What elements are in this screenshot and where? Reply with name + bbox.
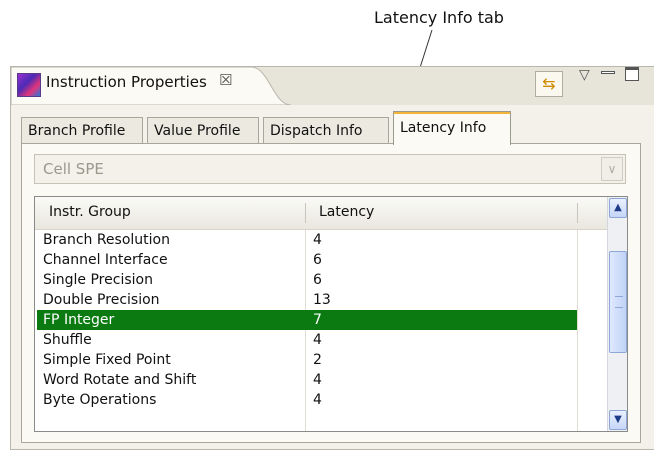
- row-latency: 13: [313, 292, 331, 308]
- callout-label: Latency Info tab: [374, 8, 504, 27]
- scroll-grip-icon: [615, 296, 623, 308]
- processor-combo-value: Cell SPE: [43, 160, 104, 178]
- close-icon[interactable]: ☒: [219, 71, 232, 89]
- table-row[interactable]: Shuffle 4: [35, 330, 609, 350]
- row-latency: 2: [313, 352, 322, 368]
- row-group: Branch Resolution: [43, 232, 170, 248]
- row-latency: 4: [313, 232, 322, 248]
- row-group: Shuffle: [43, 332, 92, 348]
- row-latency: 6: [313, 272, 322, 288]
- row-group: Byte Operations: [43, 392, 157, 408]
- column-header-instr-group[interactable]: Instr. Group: [49, 204, 131, 220]
- processor-combo[interactable]: Cell SPE ∨: [34, 154, 626, 184]
- row-group: Single Precision: [43, 272, 153, 288]
- row-group: Word Rotate and Shift: [43, 372, 197, 388]
- row-latency: 4: [313, 372, 322, 388]
- view-header: Instruction Properties ☒ ⇆ ▽: [11, 67, 654, 105]
- table-row[interactable]: Double Precision 13: [35, 290, 609, 310]
- table-row[interactable]: Branch Resolution 4: [35, 230, 609, 250]
- column-divider[interactable]: [305, 203, 306, 223]
- row-latency: 4: [313, 332, 322, 348]
- scroll-thumb[interactable]: [609, 251, 627, 353]
- tab-bar: Branch Profile Value Profile Dispatch In…: [21, 111, 641, 145]
- column-header-latency[interactable]: Latency: [319, 204, 374, 220]
- tab-branch-profile[interactable]: Branch Profile: [21, 117, 143, 145]
- view-toolbar: ⇆ ▽: [531, 67, 654, 105]
- maximize-icon[interactable]: [625, 67, 639, 81]
- table-row[interactable]: Word Rotate and Shift 4: [35, 370, 609, 390]
- table-row-selected[interactable]: FP Integer 7: [35, 310, 609, 330]
- tab-dispatch-info[interactable]: Dispatch Info: [263, 117, 389, 145]
- scroll-down-icon[interactable]: ▼: [609, 410, 627, 430]
- vertical-scrollbar[interactable]: ▲ ▼: [607, 197, 627, 431]
- row-latency: 4: [313, 392, 322, 408]
- table-row[interactable]: Simple Fixed Point 2: [35, 350, 609, 370]
- row-latency: 6: [313, 252, 322, 268]
- instruction-properties-view: Instruction Properties ☒ ⇆ ▽ Branch Prof…: [10, 66, 654, 450]
- table-header: Instr. Group Latency: [35, 197, 609, 230]
- view-title: Instruction Properties: [46, 73, 207, 91]
- table-row[interactable]: Channel Interface 6: [35, 250, 609, 270]
- table-row[interactable]: Byte Operations 4: [35, 390, 609, 410]
- tab-value-profile[interactable]: Value Profile: [147, 117, 259, 145]
- chevron-down-icon[interactable]: ∨: [601, 157, 623, 181]
- tab-latency-info[interactable]: Latency Info: [393, 111, 511, 145]
- row-group: Channel Interface: [43, 252, 168, 268]
- table-row[interactable]: Single Precision 6: [35, 270, 609, 290]
- row-group: FP Integer: [43, 312, 115, 328]
- row-group: Simple Fixed Point: [43, 352, 171, 368]
- view-menu-icon[interactable]: ▽: [579, 67, 590, 83]
- minimize-icon[interactable]: [601, 71, 615, 74]
- instruction-properties-icon: [17, 73, 41, 97]
- row-latency: 7: [313, 312, 322, 328]
- view-tab[interactable]: Instruction Properties ☒: [11, 67, 291, 105]
- column-divider[interactable]: [577, 203, 578, 223]
- scroll-up-icon[interactable]: ▲: [609, 198, 627, 218]
- sync-icon[interactable]: ⇆: [535, 71, 563, 97]
- row-group: Double Precision: [43, 292, 160, 308]
- table-body: Branch Resolution 4 Channel Interface 6 Si…: [35, 230, 609, 410]
- tab-content: Cell SPE ∨ Instr. Group Latency Branch R…: [21, 143, 641, 443]
- selection-highlight: [37, 310, 577, 330]
- latency-table: Instr. Group Latency Branch Resolution 4 …: [34, 196, 628, 432]
